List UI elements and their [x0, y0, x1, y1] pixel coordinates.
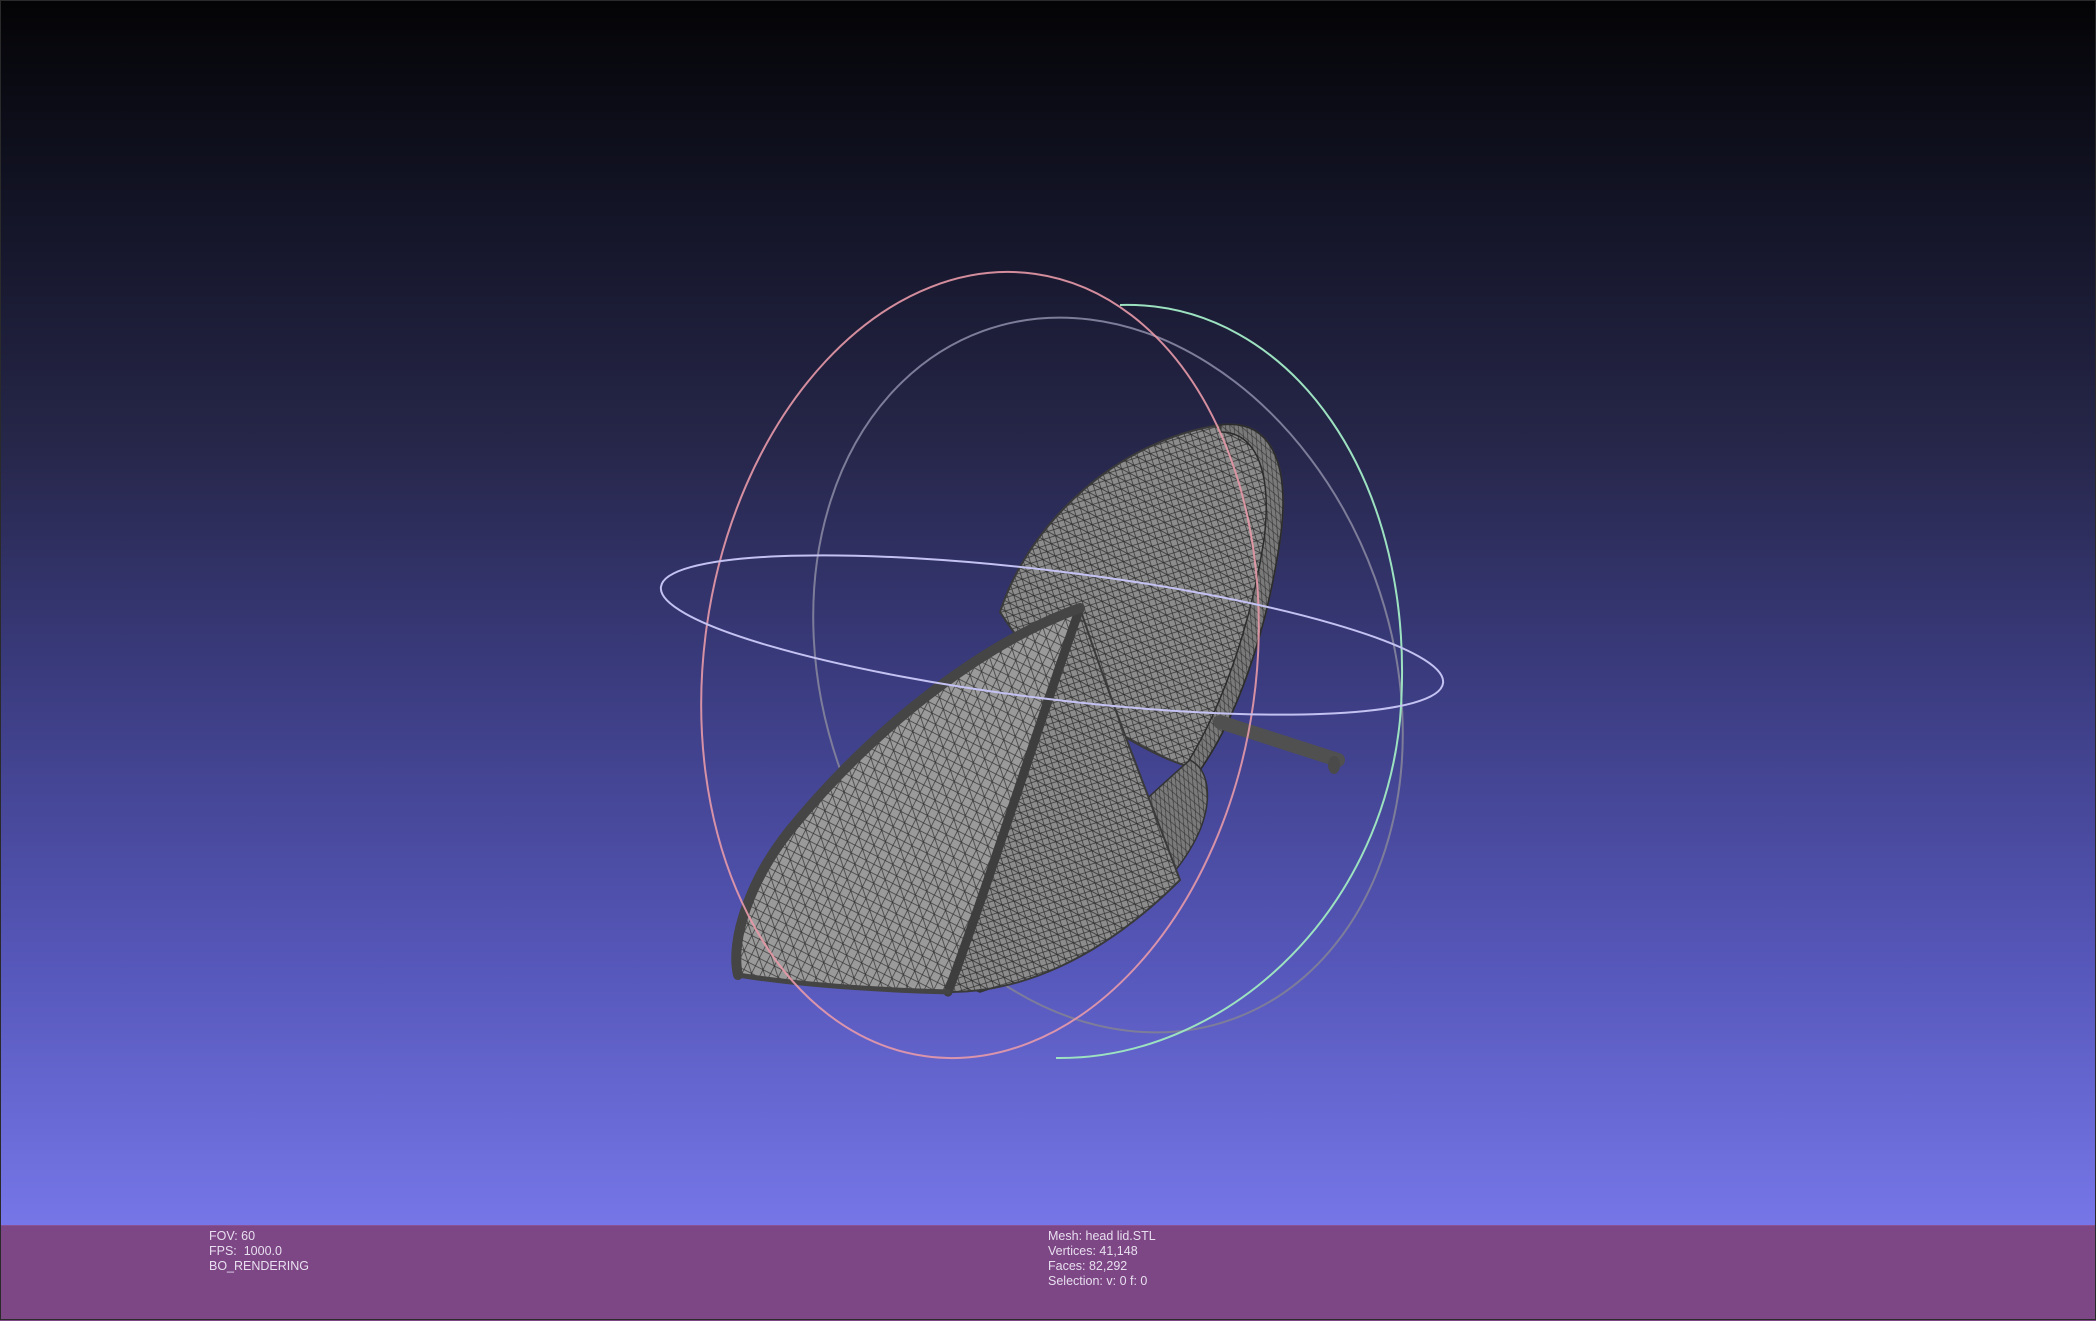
selection-text: Selection: v: 0 f: 0 — [1048, 1274, 1148, 1288]
fov-text: FOV: 60 — [209, 1229, 256, 1243]
mesh-info: Mesh: head lid.STL Vertices: 41,148 Face… — [1048, 1229, 1156, 1289]
fps-text: FPS: 1000.0 — [209, 1244, 282, 1258]
render-info: FOV: 60 FPS: 1000.0 BO_RENDERING — [209, 1229, 309, 1274]
render-mode-text: BO_RENDERING — [209, 1259, 310, 1273]
faces-text: Faces: 82,292 — [1048, 1259, 1128, 1273]
mesh-head-lid[interactable] — [731, 423, 1345, 997]
mesh-name-text: Mesh: head lid.STL — [1048, 1229, 1156, 1243]
scene-canvas[interactable] — [0, 0, 2096, 1225]
3d-viewport[interactable] — [0, 0, 2096, 1225]
vertices-text: Vertices: 41,148 — [1048, 1244, 1138, 1258]
